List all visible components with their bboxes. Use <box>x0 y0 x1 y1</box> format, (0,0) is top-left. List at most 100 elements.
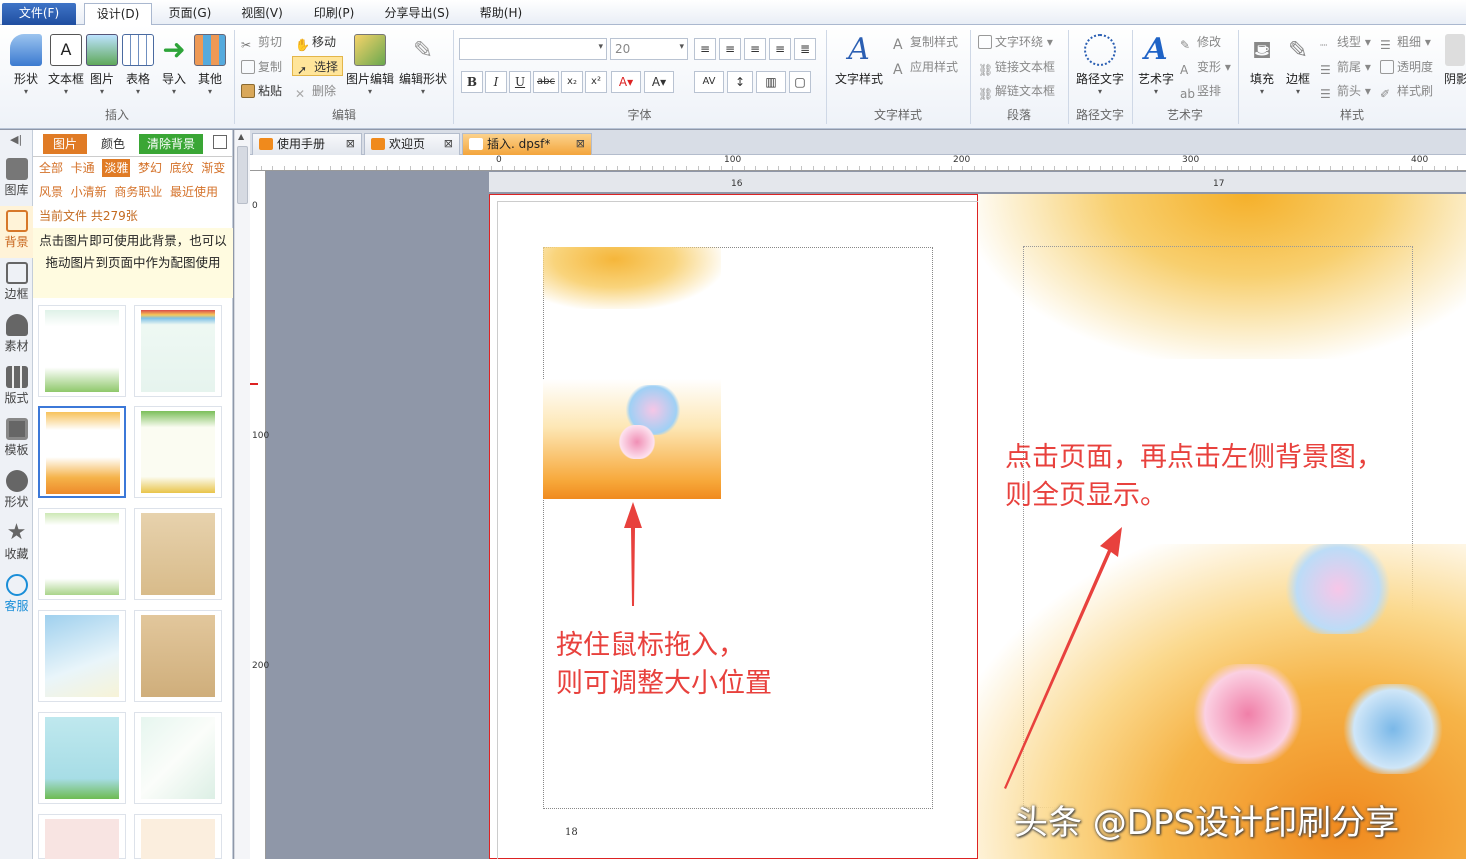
category-business[interactable]: 商务职业 <box>114 185 162 199</box>
thumbnail[interactable] <box>134 305 222 397</box>
clear-background-button[interactable]: 清除背景 <box>139 134 203 154</box>
category-cartoon[interactable]: 卡通 <box>71 161 95 175</box>
thumbnail[interactable] <box>38 814 126 859</box>
copy-button[interactable]: 复制 <box>241 57 282 77</box>
arrow-tail-button[interactable]: ☰ 箭尾 ▾ <box>1320 57 1371 77</box>
thumbnail[interactable] <box>134 508 222 600</box>
art-modify-button[interactable]: ✎ 修改 <box>1180 32 1221 52</box>
italic-button[interactable]: I <box>485 71 507 93</box>
highlight-icon[interactable]: A▾ <box>644 71 674 93</box>
category-elegant[interactable]: 淡雅 <box>102 159 131 177</box>
select-button[interactable]: ➚ 选择 <box>292 56 344 77</box>
apply-style-button[interactable]: A 应用样式 <box>893 57 958 77</box>
image-edit-button[interactable]: 图片编辑 ▾ <box>345 32 395 102</box>
line-type-button[interactable]: ┈ 线型 ▾ <box>1320 32 1371 52</box>
font-name-select[interactable]: ▾ <box>459 38 607 60</box>
align-left-icon[interactable]: ≡ <box>694 38 716 60</box>
scroll-thumb[interactable] <box>237 146 248 204</box>
category-dreamy[interactable]: 梦幻 <box>138 161 162 175</box>
close-icon[interactable]: ⊠ <box>346 134 355 154</box>
bold-button[interactable]: B <box>461 71 483 93</box>
menu-share-export[interactable]: 分享导出(S) <box>374 3 460 25</box>
format-brush-button[interactable]: ✐ 样式刷 <box>1380 81 1433 101</box>
fill-button[interactable]: ⛾ 填充 ▾ <box>1242 32 1282 102</box>
align-center-icon[interactable]: ≡ <box>719 38 741 60</box>
menu-help[interactable]: 帮助(H) <box>468 3 534 25</box>
text-frame-icon[interactable]: ▢ <box>789 71 811 93</box>
tab-color[interactable]: 颜色 <box>91 134 135 154</box>
thumbnail[interactable] <box>134 712 222 804</box>
underline-button[interactable]: U <box>509 71 531 93</box>
shape-button[interactable]: 形状 ▾ <box>4 32 48 102</box>
line-spacing-icon[interactable]: ↕ <box>727 71 753 93</box>
align-right-icon[interactable]: ≡ <box>744 38 766 60</box>
menu-print[interactable]: 印刷(P) <box>302 3 366 25</box>
move-button[interactable]: ✋ 移动 <box>295 32 336 52</box>
category-fresh[interactable]: 小清新 <box>71 185 107 199</box>
text-wrap-button[interactable]: 文字环绕 ▾ <box>978 32 1053 52</box>
page-right[interactable]: 点击页面，再点击左侧背景图， 则全页显示。 <box>978 194 1466 859</box>
category-recent[interactable]: 最近使用 <box>170 185 218 199</box>
tab-manual[interactable]: 使用手册 ⊠ <box>252 133 362 155</box>
category-all[interactable]: 全部 <box>39 161 63 175</box>
art-vertical-button[interactable]: ab 竖排 <box>1180 81 1221 101</box>
thumbnail[interactable] <box>38 305 126 397</box>
sidebar-item-background[interactable]: 背景 <box>0 206 33 258</box>
other-button[interactable]: 其他 ▾ <box>188 32 232 102</box>
path-text-button[interactable]: 路径文字 ▾ <box>1072 32 1128 102</box>
menu-page[interactable]: 页面(G) <box>158 3 222 25</box>
shadow-button[interactable]: 阴影 <box>1444 32 1466 102</box>
strikethrough-button[interactable]: abc <box>533 71 559 93</box>
menu-file[interactable]: 文件(F) <box>2 3 76 25</box>
thickness-button[interactable]: ☰ 粗细 ▾ <box>1380 32 1431 52</box>
align-justify-icon[interactable]: ≡ <box>769 38 791 60</box>
paste-button[interactable]: 粘贴 <box>241 81 282 101</box>
thumbnail-selected[interactable] <box>38 406 126 498</box>
delete-button[interactable]: ✕ 删除 <box>295 81 336 101</box>
sidebar-item-support[interactable]: 客服 <box>0 570 33 622</box>
close-icon[interactable]: ⊠ <box>444 134 453 154</box>
sidebar-item-layout[interactable]: 版式 <box>0 362 33 414</box>
thumbnail[interactable] <box>38 508 126 600</box>
tab-welcome[interactable]: 欢迎页 ⊠ <box>364 133 460 155</box>
category-texture[interactable]: 底纹 <box>170 161 194 175</box>
scroll-up-icon[interactable]: ▲ <box>238 132 244 141</box>
sidebar-item-template[interactable]: 模板 <box>0 414 33 466</box>
align-distribute-icon[interactable]: ≣ <box>794 38 816 60</box>
art-text-button[interactable]: A 艺术字 ▾ <box>1134 32 1178 102</box>
sidebar-item-border[interactable]: 边框 <box>0 258 33 310</box>
inserted-flower-image[interactable] <box>543 379 721 499</box>
category-gradient[interactable]: 渐变 <box>201 161 225 175</box>
font-size-select[interactable]: 20 ▾ <box>610 38 688 60</box>
subscript-icon[interactable]: x₂ <box>561 71 583 93</box>
arrow-head-button[interactable]: ☰ 箭头 ▾ <box>1320 81 1371 101</box>
columns-icon[interactable]: ▥ <box>756 71 786 93</box>
menu-design[interactable]: 设计(D) <box>84 3 152 26</box>
unlink-textbox-button[interactable]: ⛓ 解链文本框 <box>978 81 1055 101</box>
font-color-icon[interactable]: A▾ <box>611 71 641 93</box>
sidebar-item-shape[interactable]: 形状 <box>0 466 33 518</box>
art-transform-button[interactable]: A 变形 ▾ <box>1180 57 1231 77</box>
opacity-button[interactable]: 透明度 <box>1380 57 1433 77</box>
sidebar-item-material[interactable]: 素材 <box>0 310 33 362</box>
expand-icon[interactable] <box>213 135 227 149</box>
sidebar-item-gallery[interactable]: 图库 <box>0 154 33 206</box>
edit-shape-button[interactable]: ✎ 编辑形状 ▾ <box>397 32 449 102</box>
panel-scrollbar[interactable]: ▲ <box>234 130 250 859</box>
leaf-decoration-image[interactable] <box>543 247 721 309</box>
link-textbox-button[interactable]: ⛓ 链接文本框 <box>978 57 1055 77</box>
category-scenery[interactable]: 风景 <box>39 185 63 199</box>
thumbnail[interactable] <box>134 406 222 498</box>
tab-image[interactable]: 图片 <box>43 134 87 154</box>
char-spacing-icon[interactable]: AV <box>694 71 724 93</box>
sidebar-item-favorites[interactable]: ★ 收藏 <box>0 518 33 570</box>
border-button[interactable]: ✎ 边框 ▾ <box>1278 32 1318 102</box>
superscript-icon[interactable]: x² <box>585 71 607 93</box>
collapse-icon[interactable]: ◀| <box>10 133 22 146</box>
close-icon[interactable]: ⊠ <box>576 134 585 154</box>
menu-view[interactable]: 视图(V) <box>230 3 294 25</box>
thumbnail[interactable] <box>134 814 222 859</box>
tab-insert-active[interactable]: 插入. dpsf* ⊠ <box>462 133 592 155</box>
thumbnail[interactable] <box>38 610 126 702</box>
text-style-button[interactable]: A 文字样式 <box>832 32 886 102</box>
